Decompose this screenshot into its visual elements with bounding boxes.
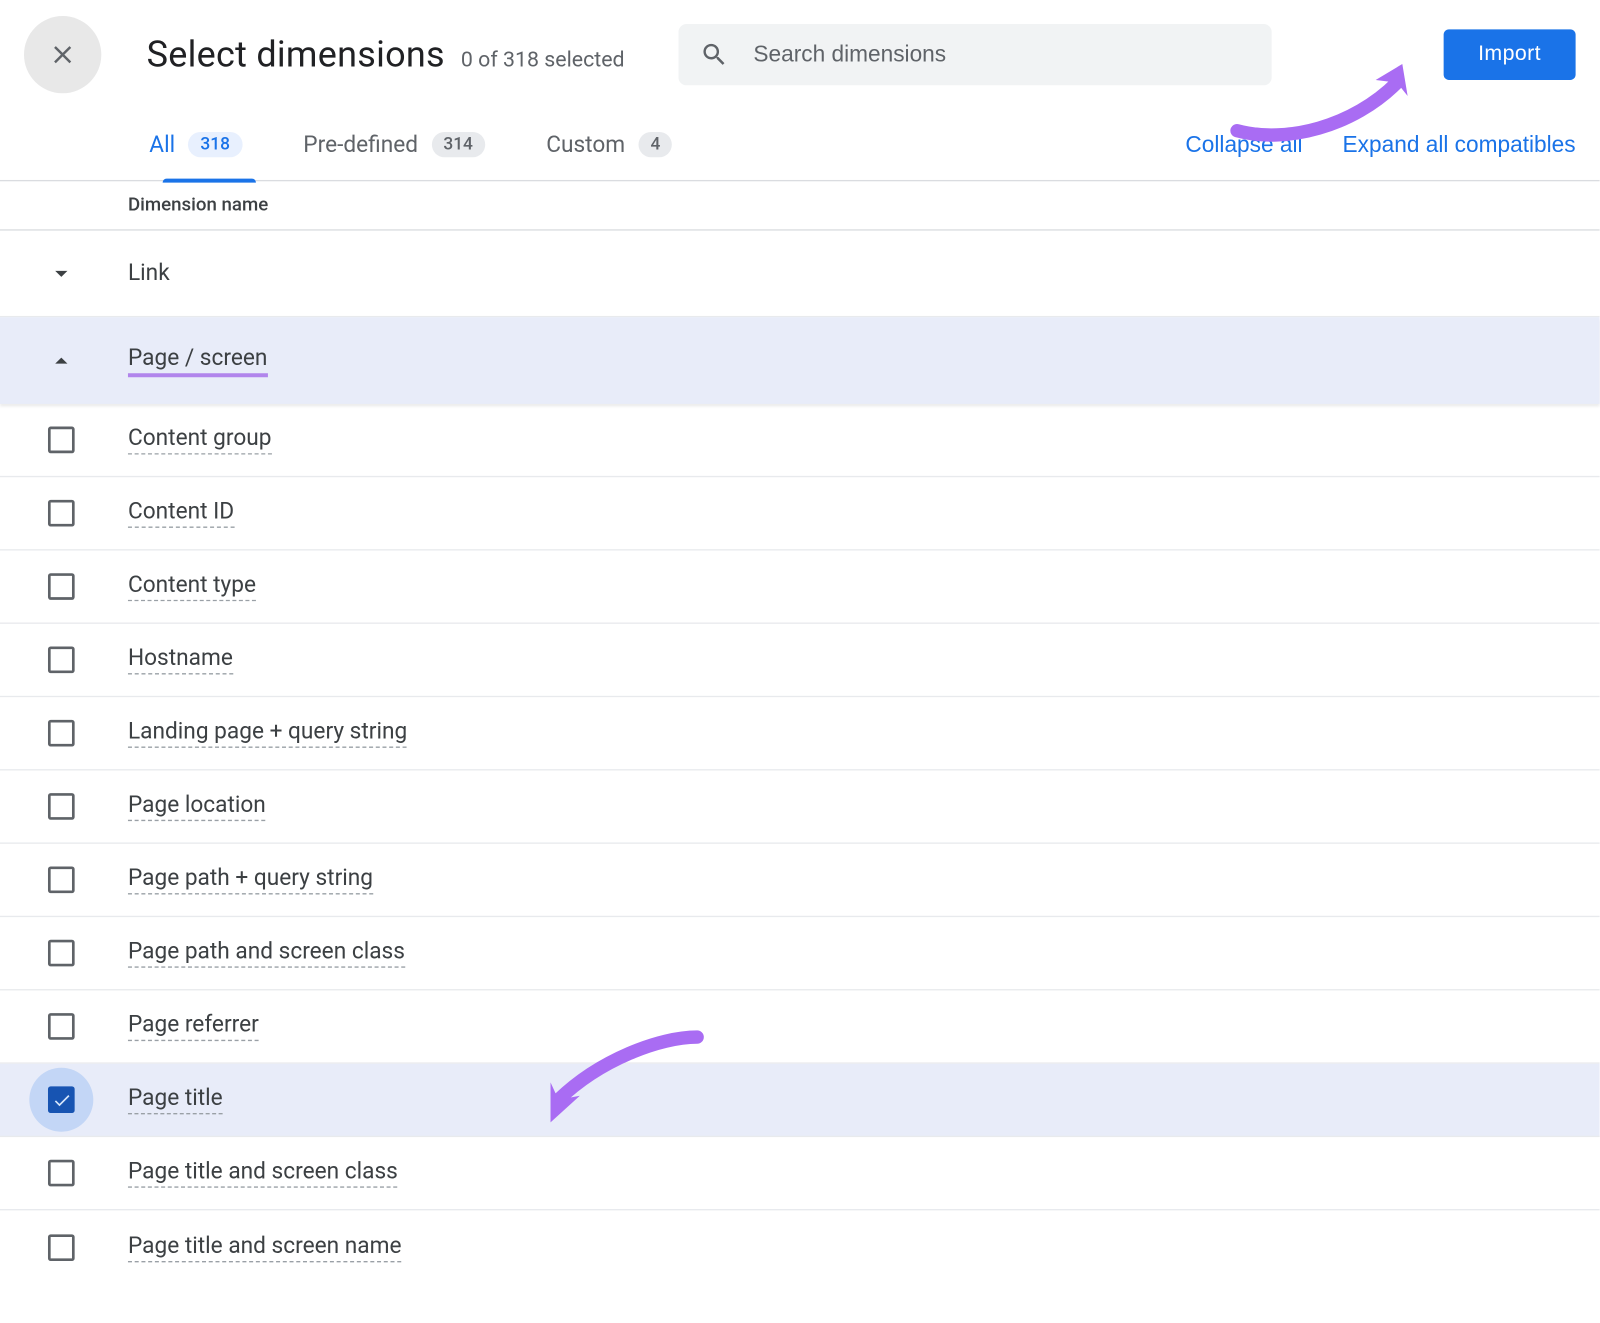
dimension-row[interactable]: Landing page + query string	[0, 697, 1600, 770]
dimension-row[interactable]: Content ID	[0, 477, 1600, 550]
tab-custom-label: Custom	[546, 131, 625, 158]
close-icon	[48, 40, 77, 69]
checkbox[interactable]	[43, 1086, 80, 1113]
dimension-label: Landing page + query string	[128, 718, 407, 747]
dimension-row[interactable]: Page path + query string	[0, 844, 1600, 917]
tab-bar: All 318 Pre-defined 314 Custom 4 Collaps…	[0, 109, 1600, 181]
chevron-down-icon	[43, 259, 80, 288]
tab-all-count: 318	[188, 132, 242, 157]
dialog-title: Select dimensions	[147, 33, 445, 76]
close-button[interactable]	[24, 16, 101, 93]
dimension-row[interactable]: Content group	[0, 404, 1600, 477]
group-link-label: Link	[128, 260, 170, 287]
dimension-label: Content group	[128, 425, 272, 454]
import-button[interactable]: Import	[1443, 29, 1575, 80]
dimension-row[interactable]: Hostname	[0, 624, 1600, 697]
tab-predefined-label: Pre-defined	[303, 131, 418, 158]
group-link[interactable]: Link	[0, 231, 1600, 318]
tab-all-label: All	[149, 131, 175, 158]
search-input[interactable]	[753, 41, 1249, 68]
dimension-label: Content type	[128, 572, 256, 601]
group-page-screen[interactable]: Page / screen	[0, 317, 1600, 404]
tab-custom-count: 4	[638, 132, 672, 157]
checkbox[interactable]	[43, 1160, 80, 1187]
selection-count: 0 of 318 selected	[461, 47, 625, 72]
search-icon	[699, 39, 728, 71]
search-field[interactable]	[678, 24, 1271, 85]
dimension-list: Content group Content ID Content type Hostn…	[0, 404, 1600, 1284]
tab-all[interactable]: All 318	[149, 109, 242, 181]
checkbox[interactable]	[43, 866, 80, 893]
dimension-label: Page title	[128, 1085, 223, 1114]
checkbox[interactable]	[43, 720, 80, 747]
checkbox[interactable]	[43, 500, 80, 527]
column-header: Dimension name	[0, 181, 1600, 230]
checkbox[interactable]	[43, 793, 80, 820]
dimension-label: Page location	[128, 792, 266, 821]
dimension-row[interactable]: Page title and screen class	[0, 1137, 1600, 1210]
dimension-label: Page referrer	[128, 1012, 259, 1041]
tab-predefined-count: 314	[431, 132, 485, 157]
dimension-row[interactable]: Page path and screen class	[0, 917, 1600, 990]
checkbox[interactable]	[43, 1234, 80, 1261]
dimension-label: Hostname	[128, 645, 233, 674]
group-page-screen-label: Page / screen	[128, 345, 267, 377]
dimension-row[interactable]: Page title	[0, 1064, 1600, 1137]
chevron-up-icon	[43, 346, 80, 375]
dimension-row[interactable]: Page referrer	[0, 990, 1600, 1063]
checkbox[interactable]	[43, 573, 80, 600]
tab-custom[interactable]: Custom 4	[546, 109, 672, 181]
dialog-header: Select dimensions 0 of 318 selected Impo…	[0, 0, 1600, 109]
tab-predefined[interactable]: Pre-defined 314	[303, 109, 485, 181]
dimension-label: Page title and screen name	[128, 1232, 402, 1261]
dimension-label: Content ID	[128, 499, 234, 528]
expand-all-button[interactable]: Expand all compatibles	[1343, 131, 1576, 158]
dimension-label: Page title and screen class	[128, 1158, 398, 1187]
dimension-row[interactable]: Content type	[0, 551, 1600, 624]
collapse-all-button[interactable]: Collapse all	[1185, 131, 1302, 158]
checkbox[interactable]	[43, 427, 80, 454]
dimension-row[interactable]: Page location	[0, 770, 1600, 843]
dimension-label: Page path and screen class	[128, 938, 405, 967]
checkbox[interactable]	[43, 647, 80, 674]
checkbox[interactable]	[43, 940, 80, 967]
dimension-row[interactable]: Page title and screen name	[0, 1210, 1600, 1283]
checkbox[interactable]	[43, 1013, 80, 1040]
dimension-label: Page path + query string	[128, 865, 373, 894]
